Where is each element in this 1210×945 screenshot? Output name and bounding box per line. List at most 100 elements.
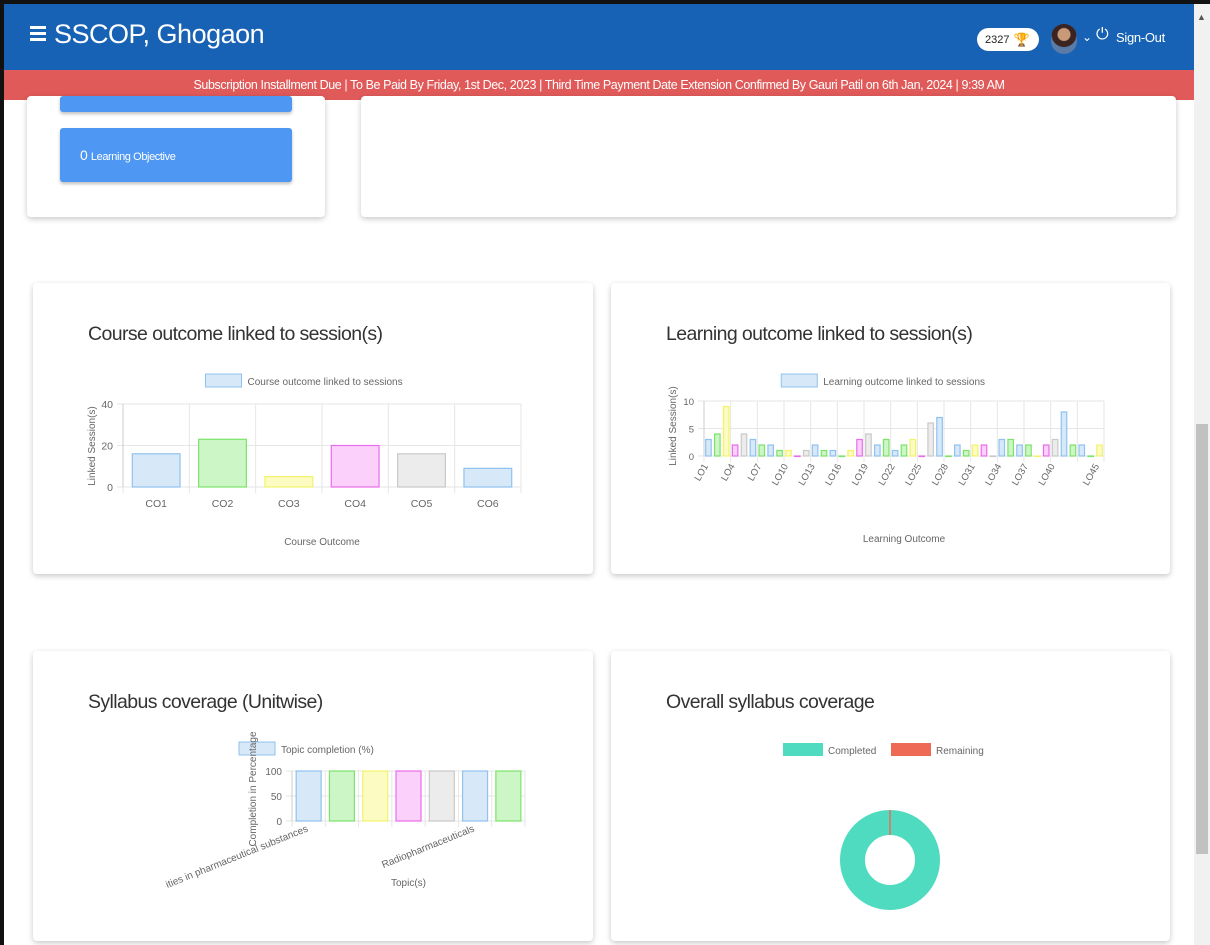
x-tick-label: CO6 <box>477 498 499 510</box>
legend-label: Topic completion (%) <box>281 745 374 756</box>
x-tick-label: Radiopharmaceuticals <box>380 824 476 871</box>
top-navbar: SSCOP, Ghogaon 2327 🏆 ⌄ ⏻ Sign-Out <box>4 4 1194 70</box>
x-tick-label: LO31 <box>957 462 978 488</box>
chevron-down-icon[interactable]: ⌄ <box>1082 30 1092 44</box>
legend-swatch <box>780 373 818 388</box>
bar <box>330 444 380 488</box>
legend-swatch <box>891 743 931 756</box>
bar <box>495 770 522 822</box>
bar <box>397 453 446 488</box>
bar <box>463 467 513 488</box>
bar <box>1042 444 1050 457</box>
bar <box>461 770 489 822</box>
legend-swatch <box>783 743 823 756</box>
bar <box>900 444 908 457</box>
x-tick-label: CO5 <box>411 498 433 510</box>
x-tick-label: LO16 <box>823 462 844 488</box>
bar <box>758 444 766 457</box>
bar <box>1007 438 1015 457</box>
bar <box>395 770 422 822</box>
scroll-up-arrow-icon[interactable]: ▲ <box>1197 12 1206 22</box>
bar <box>705 438 712 457</box>
trophy-icon: 🏆 <box>1013 31 1030 47</box>
bar <box>1025 444 1032 457</box>
bar <box>962 449 970 457</box>
y-tick-label: 40 <box>101 399 113 411</box>
legend-label: Course outcome linked to sessions <box>248 377 403 388</box>
points-badge[interactable]: 2327 🏆 <box>977 28 1039 51</box>
bar <box>428 770 455 822</box>
bar <box>856 438 863 457</box>
avatar[interactable] <box>1051 24 1077 54</box>
menu-icon[interactable] <box>30 26 48 42</box>
points-count: 2327 <box>985 33 1010 46</box>
bar <box>936 416 943 457</box>
y-tick-label: 100 <box>265 767 282 778</box>
sign-out-button[interactable]: Sign-Out <box>1116 30 1165 45</box>
bar <box>731 444 739 457</box>
bar <box>909 438 917 457</box>
x-tick-label: LO45 <box>1081 462 1102 488</box>
bar <box>998 438 1006 457</box>
y-axis-title: Linked Session(s) <box>668 386 679 465</box>
legend-label: Completed <box>828 746 876 757</box>
bar <box>891 449 899 457</box>
learning-outcome-chart: Learning outcome linked to sessions 0 5 10 L… <box>668 373 1105 545</box>
x-tick-label: LO34 <box>983 462 1004 488</box>
bar <box>1096 444 1103 457</box>
bar <box>873 444 881 457</box>
bar <box>811 444 819 457</box>
bar <box>989 455 997 458</box>
bar <box>882 438 890 457</box>
bar <box>918 455 926 458</box>
y-tick-label: 50 <box>271 792 283 803</box>
x-tick-label: CO2 <box>212 498 234 510</box>
course-outcome-chart: Course outcome linked to sessions 0 20 40 CO… <box>87 373 522 548</box>
bar <box>776 449 783 457</box>
app-title: SSCOP, Ghogaon <box>54 19 265 49</box>
bar <box>767 444 775 457</box>
learning-objective-count: 0 <box>80 147 88 163</box>
scroll-thumb[interactable] <box>1196 424 1208 854</box>
overall-coverage-chart: Completed Remaining <box>783 743 984 910</box>
x-axis-title: Learning Outcome <box>863 534 946 545</box>
bar <box>198 438 247 488</box>
legend-swatch <box>205 373 242 388</box>
bar <box>1087 455 1095 458</box>
bar <box>264 476 314 488</box>
x-tick-label: LO19 <box>850 462 871 488</box>
bar <box>980 444 988 457</box>
x-tick-label: LO4 <box>719 462 738 483</box>
power-icon[interactable]: ⏻ <box>1096 26 1109 44</box>
legend-label: Remaining <box>936 746 984 757</box>
syllabus-unitwise-chart: Topic completion (%) 0 50 100 ities in pharm… <box>164 731 526 891</box>
learning-objective-button[interactable]: 0 Learning Objective <box>60 128 292 182</box>
bar <box>1051 438 1059 457</box>
bar <box>847 449 855 457</box>
bar <box>820 449 828 457</box>
bar <box>1069 444 1077 457</box>
bar <box>328 770 356 822</box>
bar <box>1060 411 1068 457</box>
x-tick-label: LO22 <box>877 462 898 488</box>
bar <box>971 444 979 457</box>
x-tick-label: CO1 <box>145 498 167 510</box>
summary-card <box>361 96 1176 217</box>
page-scrollbar[interactable]: ▲ <box>1194 4 1210 945</box>
x-tick-label: CO3 <box>278 498 300 510</box>
bar <box>722 405 730 457</box>
y-tick-label: 10 <box>683 397 694 408</box>
y-tick-label: 20 <box>101 441 113 453</box>
x-tick-label: LO13 <box>797 462 818 488</box>
bar <box>953 444 961 457</box>
bar <box>829 449 837 457</box>
legend-label: Learning outcome linked to sessions <box>823 377 985 388</box>
learning-objective-label: Learning Objective <box>90 151 176 163</box>
stat-button-previous[interactable] <box>60 96 292 112</box>
bar <box>1078 444 1086 457</box>
bar <box>793 455 801 458</box>
x-axis-title: Topic(s) <box>391 878 426 889</box>
x-tick-label: LO40 <box>1037 462 1058 488</box>
bar <box>1016 444 1023 457</box>
x-tick-label: ities in pharmaceutical substances <box>164 824 309 891</box>
